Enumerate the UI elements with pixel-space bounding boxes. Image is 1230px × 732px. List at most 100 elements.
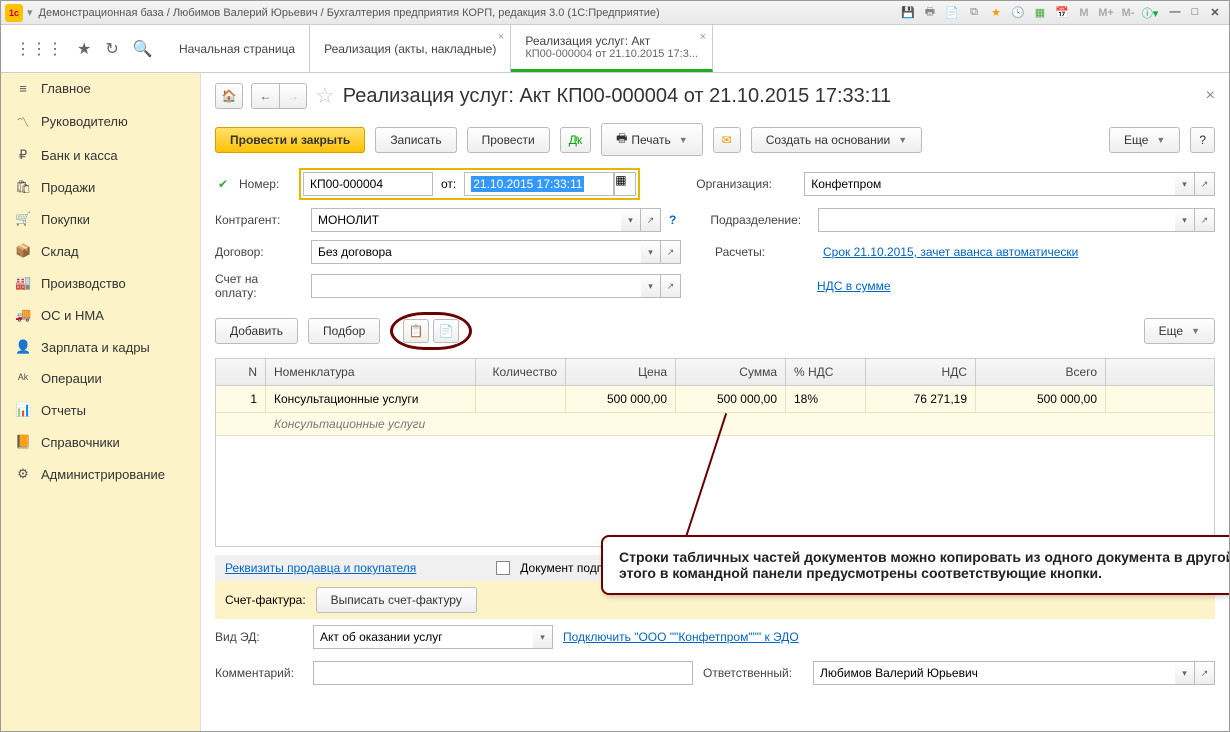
vat-mode-link[interactable]: НДС в сумме [817,279,891,293]
gear-icon: ⚙ [15,466,31,482]
sidebar-item-payroll[interactable]: 👤Зарплата и кадры [1,331,200,363]
sidebar-item-catalogs[interactable]: 📙Справочники [1,426,200,458]
favorite-icon[interactable]: ★ [987,5,1005,21]
open-icon[interactable]: ↗ [1195,661,1215,685]
select-button[interactable]: Подбор [308,318,380,344]
m-minus-icon[interactable]: M- [1119,5,1137,21]
m-plus-icon[interactable]: M+ [1097,5,1115,21]
print-button[interactable]: 🖶Печать▼ [601,123,703,156]
col-vat-percent[interactable]: % НДС [786,359,866,385]
star-icon[interactable]: ★ [77,39,91,59]
sidebar-item-manager[interactable]: 〽Руководителю [1,104,200,139]
help-icon[interactable]: ? [669,213,676,227]
edo-link[interactable]: Подключить "ООО ""Конфетпром""" к ЭДО [563,630,799,644]
sidebar-item-admin[interactable]: ⚙Администрирование [1,458,200,490]
close-button[interactable]: ✕ [1205,6,1225,19]
favorite-toggle-icon[interactable]: ☆ [315,83,335,109]
document-close-button[interactable]: × [1206,87,1215,105]
date-field[interactable]: 21.10.2015 17:33:11 [464,172,614,196]
calculator-icon[interactable]: ▦ [1031,5,1049,21]
chevron-down-icon[interactable]: ▾ [1175,661,1195,685]
seller-buyer-link[interactable]: Реквизиты продавца и покупателя [225,561,416,575]
post-and-close-button[interactable]: Провести и закрыть [215,127,365,153]
chevron-down-icon[interactable]: ▾ [641,240,661,264]
tab-document[interactable]: Реализация услуг: Акт КП00-000004 от 21.… [511,25,713,72]
open-icon[interactable]: ↗ [661,240,681,264]
col-price[interactable]: Цена [566,359,676,385]
chevron-down-icon[interactable]: ▾ [641,274,661,298]
print-icon[interactable]: 🖶 [921,5,939,21]
tab-list[interactable]: Реализация (акты, накладные) × [310,25,511,72]
open-icon[interactable]: ↗ [661,274,681,298]
sidebar-item-sales[interactable]: 🛍Продажи [1,171,200,203]
sidebar-item-bank[interactable]: ₽Банк и касса [1,139,200,171]
open-icon[interactable]: ↗ [1195,208,1215,232]
history-icon[interactable]: 🕓 [1009,5,1027,21]
forward-button[interactable]: → [279,83,307,109]
create-sf-button[interactable]: Выписать счет-фактуру [316,587,477,613]
sidebar-item-purchases[interactable]: 🛒Покупки [1,203,200,235]
col-qty[interactable]: Количество [476,359,566,385]
tab-home[interactable]: Начальная страница [165,25,310,72]
sidebar-item-production[interactable]: 🏭Производство [1,267,200,299]
dt-kt-button[interactable]: Дͬк [560,127,591,153]
sidebar-item-reports[interactable]: 📊Отчеты [1,394,200,426]
ed-type-field[interactable]: ▾ [313,625,553,649]
sidebar-item-assets[interactable]: 🚚ОС и НМА [1,299,200,331]
apps-icon[interactable]: ⋮⋮⋮ [15,39,63,59]
m-icon[interactable]: M [1075,5,1093,21]
search-icon[interactable]: 🔍 [133,39,153,59]
chevron-down-icon[interactable]: ▾ [533,625,553,649]
responsible-field[interactable]: ▾ ↗ [813,661,1215,685]
table-more-button[interactable]: Еще▼ [1144,318,1215,344]
chevron-down-icon[interactable]: ▾ [1175,208,1195,232]
email-button[interactable]: ✉ [713,127,741,153]
app-menu-drop-icon[interactable]: ▾ [27,6,33,19]
sidebar-item-warehouse[interactable]: 📦Склад [1,235,200,267]
create-based-button[interactable]: Создать на основании▼ [751,127,922,153]
close-icon[interactable]: × [700,31,706,43]
calendar-picker-icon[interactable]: ▦ [614,172,636,196]
calendar-icon[interactable]: 📅 [1053,5,1071,21]
open-icon[interactable]: ↗ [641,208,661,232]
table-row[interactable]: 1 Консультационные услуги 500 000,00 500… [216,386,1214,413]
table-empty-area[interactable] [216,436,1214,546]
org-field[interactable]: ▾ ↗ [804,172,1215,196]
history-nav-icon[interactable]: ↻ [105,39,118,59]
nav-buttons: ← → [251,83,307,109]
chevron-down-icon[interactable]: ▾ [621,208,641,232]
maximize-button[interactable]: □ [1185,6,1205,19]
post-button[interactable]: Провести [467,127,550,153]
home-button[interactable]: 🏠 [215,83,243,109]
comment-field[interactable] [313,661,693,685]
info-icon[interactable]: ⓘ▾ [1141,5,1159,21]
col-sum[interactable]: Сумма [676,359,786,385]
col-total[interactable]: Всего [976,359,1106,385]
save-button[interactable]: Записать [375,127,456,153]
save-icon[interactable]: 💾 [899,5,917,21]
invoice-field[interactable]: ▾ ↗ [311,274,681,298]
dept-field[interactable]: ▾ ↗ [818,208,1215,232]
sidebar-item-main[interactable]: ≡Главное [1,73,200,104]
number-field[interactable] [303,172,433,196]
calc-link[interactable]: Срок 21.10.2015, зачет аванса автоматиче… [823,245,1078,259]
back-button[interactable]: ← [251,83,279,109]
compare-icon[interactable]: ⧉ [965,5,983,21]
paste-rows-button[interactable]: 📄 [433,319,459,343]
close-icon[interactable]: × [498,31,504,43]
col-nomenclature[interactable]: Номенклатура [266,359,476,385]
doc-icon[interactable]: 📄 [943,5,961,21]
col-vat[interactable]: НДС [866,359,976,385]
col-n[interactable]: N [216,359,266,385]
minimize-button[interactable]: — [1165,6,1185,19]
signed-checkbox[interactable] [496,561,510,575]
more-button[interactable]: Еще▼ [1109,127,1180,153]
sidebar-item-operations[interactable]: ᴬᵏОперации [1,363,200,394]
add-row-button[interactable]: Добавить [215,318,298,344]
counterparty-field[interactable]: ▾ ↗ [311,208,661,232]
copy-rows-button[interactable]: 📋 [403,319,429,343]
open-icon[interactable]: ↗ [1195,172,1215,196]
chevron-down-icon[interactable]: ▾ [1175,172,1195,196]
contract-field[interactable]: ▾ ↗ [311,240,681,264]
help-button[interactable]: ? [1190,127,1215,153]
